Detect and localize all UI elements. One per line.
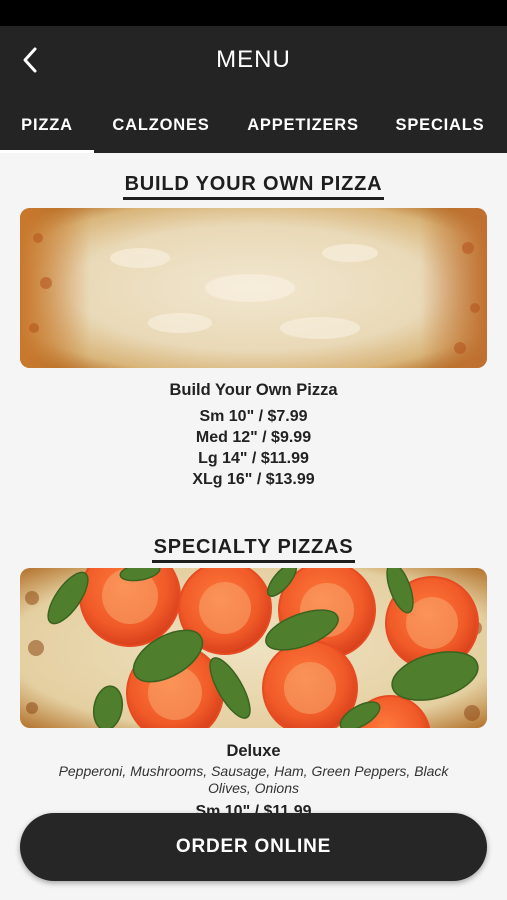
- menu-content[interactable]: BUILD YOUR OWN PIZZA Build Your Own Pizz…: [0, 153, 507, 900]
- tab-specials[interactable]: SPECIALS: [378, 98, 502, 153]
- page-title: MENU: [216, 46, 291, 73]
- tab-calzones[interactable]: CALZONES: [94, 98, 228, 153]
- item-description-deluxe: Pepperoni, Mushrooms, Sausage, Ham, Gree…: [58, 763, 449, 796]
- item-name-deluxe: Deluxe: [226, 742, 281, 760]
- margherita-pizza-image: [20, 568, 487, 728]
- status-bar: [0, 0, 507, 26]
- tab-appetizers[interactable]: APPETIZERS: [232, 98, 374, 153]
- price-xlarge: XLg 16" / $13.99: [192, 471, 315, 488]
- order-online-button[interactable]: ORDER ONLINE: [20, 813, 487, 881]
- section-title-build-your-own: BUILD YOUR OWN PIZZA: [0, 173, 507, 200]
- category-tabs: PIZZA CALZONES APPETIZERS SPECIALS: [0, 98, 507, 153]
- price-medium: Med 12" / $9.99: [195, 429, 312, 446]
- tab-pizza[interactable]: PIZZA: [0, 98, 94, 153]
- item-name-build-your-own: Build Your Own Pizza: [169, 381, 338, 399]
- cheese-pizza-image: [20, 208, 487, 368]
- section-title-specialty: SPECIALTY PIZZAS: [0, 536, 507, 563]
- app-header: MENU PIZZA CALZONES APPETIZERS SPECIALS: [0, 26, 507, 153]
- price-small: Sm 10" / $7.99: [199, 408, 308, 425]
- price-large: Lg 14" / $11.99: [198, 450, 309, 467]
